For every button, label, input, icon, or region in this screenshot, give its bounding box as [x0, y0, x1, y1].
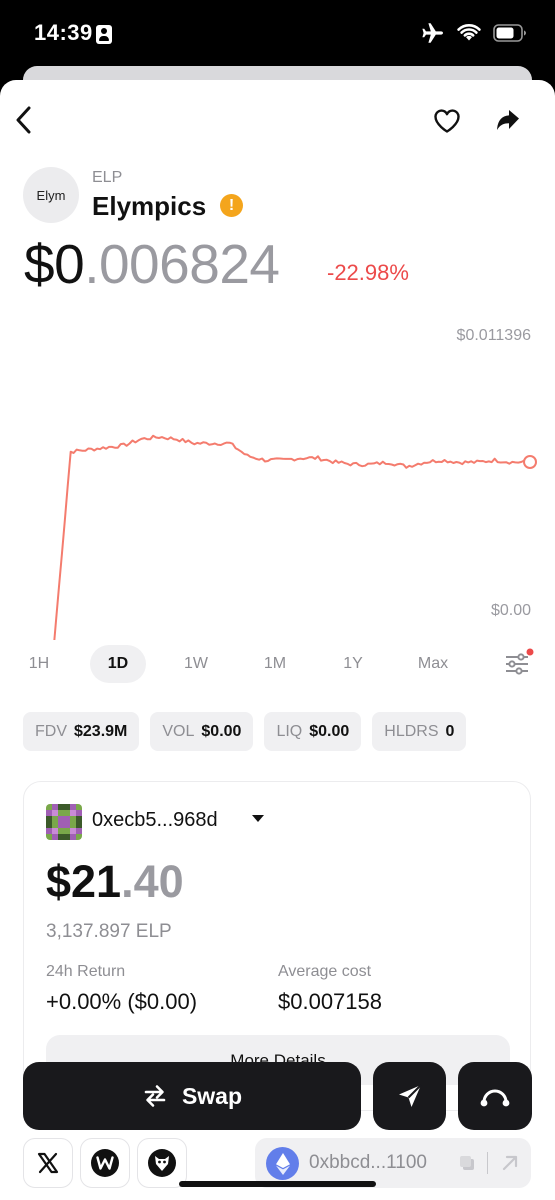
range-tab-1h[interactable]: 1H	[16, 645, 62, 683]
share-arrow-icon	[497, 110, 519, 130]
stat-value: $23.9M	[74, 722, 128, 740]
x-twitter-link[interactable]	[23, 1138, 73, 1188]
holding-quantity: 3,137.897 ELP	[46, 921, 172, 942]
stat-fdv[interactable]: FDV $23.9M	[23, 712, 140, 751]
stat-label: FDV	[35, 722, 67, 740]
external-link-icon[interactable]	[499, 1152, 521, 1174]
stat-holders[interactable]: HLDRS 0	[372, 712, 467, 751]
stat-label: HLDRS	[384, 722, 439, 740]
chip-divider	[487, 1152, 488, 1174]
chart-settings-button[interactable]	[502, 647, 534, 679]
swap-arrows-icon	[144, 1085, 166, 1107]
copy-icon[interactable]	[457, 1153, 477, 1173]
token-stats-row: FDV $23.9M VOL $0.00 LIQ $0.00 HLDRS 0	[23, 712, 467, 751]
range-tab-max[interactable]: Max	[406, 645, 460, 683]
return-value: +0.00% ($0.00)	[46, 989, 198, 1014]
caret-down-icon[interactable]	[252, 815, 264, 822]
range-tab-1y[interactable]: 1Y	[330, 645, 376, 683]
range-tab-1w[interactable]: 1W	[172, 645, 220, 683]
range-tab-1m[interactable]: 1M	[251, 645, 299, 683]
token-detail-sheet: Elym ELP Elympics ! $0.006824 -22.98% $0…	[0, 80, 555, 1200]
price-line	[53, 434, 530, 640]
home-indicator	[179, 1181, 376, 1187]
range-tab-1d[interactable]: 1D	[90, 645, 146, 683]
chart-min-label: $0.00	[490, 602, 531, 619]
price-chart[interactable]	[0, 320, 555, 640]
price-main: $0	[24, 233, 85, 295]
holding-value: $21.40	[46, 856, 184, 908]
battery-icon	[493, 24, 526, 42]
time-range-tabs: 1H 1D 1W 1M 1Y Max	[0, 645, 555, 683]
contact-card-icon	[96, 25, 112, 44]
contract-address: 0xbbcd...1100	[309, 1152, 427, 1173]
wallet-address-selector[interactable]: 0xecb5...968d	[92, 809, 218, 832]
heart-icon	[434, 109, 460, 133]
price-decimals: .006824	[84, 233, 280, 295]
token-avatar: Elym	[23, 167, 79, 223]
swap-button[interactable]: Swap	[23, 1062, 361, 1130]
chart-max-label: $0.011396	[456, 327, 531, 344]
sliders-icon	[506, 648, 534, 675]
chevron-left-icon	[16, 106, 31, 134]
stat-label: LIQ	[276, 722, 303, 740]
stat-liquidity[interactable]: LIQ $0.00	[264, 712, 362, 751]
average-cost-label: Average cost	[278, 963, 372, 980]
ethereum-icon	[266, 1147, 299, 1180]
paper-plane-icon	[398, 1084, 422, 1107]
status-time: 14:39	[34, 20, 93, 45]
share-button[interactable]	[493, 106, 523, 136]
x-logo-icon	[37, 1152, 59, 1174]
holding-decimals: .40	[121, 856, 184, 907]
return-label: 24h Return	[46, 963, 126, 980]
action-bar: Swap	[0, 1062, 555, 1130]
wallet-avatar	[46, 804, 82, 840]
token-avatar-text: Elym	[36, 187, 66, 203]
stat-label: VOL	[162, 722, 195, 740]
holding-main: $21	[46, 856, 122, 907]
warning-icon[interactable]: !	[220, 194, 243, 217]
identicon-pixel	[76, 834, 82, 840]
stat-value: 0	[445, 722, 455, 740]
wifi-icon	[457, 24, 481, 41]
website-w-icon	[91, 1149, 119, 1177]
status-icons	[421, 22, 527, 44]
back-button[interactable]	[10, 102, 38, 138]
favorite-button[interactable]	[432, 106, 462, 136]
website-link[interactable]	[80, 1138, 130, 1188]
send-button[interactable]	[373, 1062, 446, 1130]
status-bar: 14:39	[0, 0, 555, 70]
stat-volume[interactable]: VOL $0.00	[150, 712, 254, 751]
token-symbol: ELP	[92, 169, 123, 186]
airplane-icon	[422, 23, 443, 43]
price-current-point	[523, 455, 537, 469]
stat-value: $0.00	[201, 722, 242, 740]
token-name: Elympics	[92, 191, 207, 221]
receive-arc-icon	[480, 1089, 510, 1107]
price-change: -22.98%	[327, 260, 409, 285]
token-price: $0.006824	[24, 232, 280, 296]
receive-button[interactable]	[458, 1062, 532, 1130]
swap-label: Swap	[181, 1082, 243, 1109]
explorer-shield-icon	[148, 1149, 176, 1177]
stat-value: $0.00	[309, 722, 350, 740]
average-cost-value: $0.007158	[278, 989, 382, 1014]
